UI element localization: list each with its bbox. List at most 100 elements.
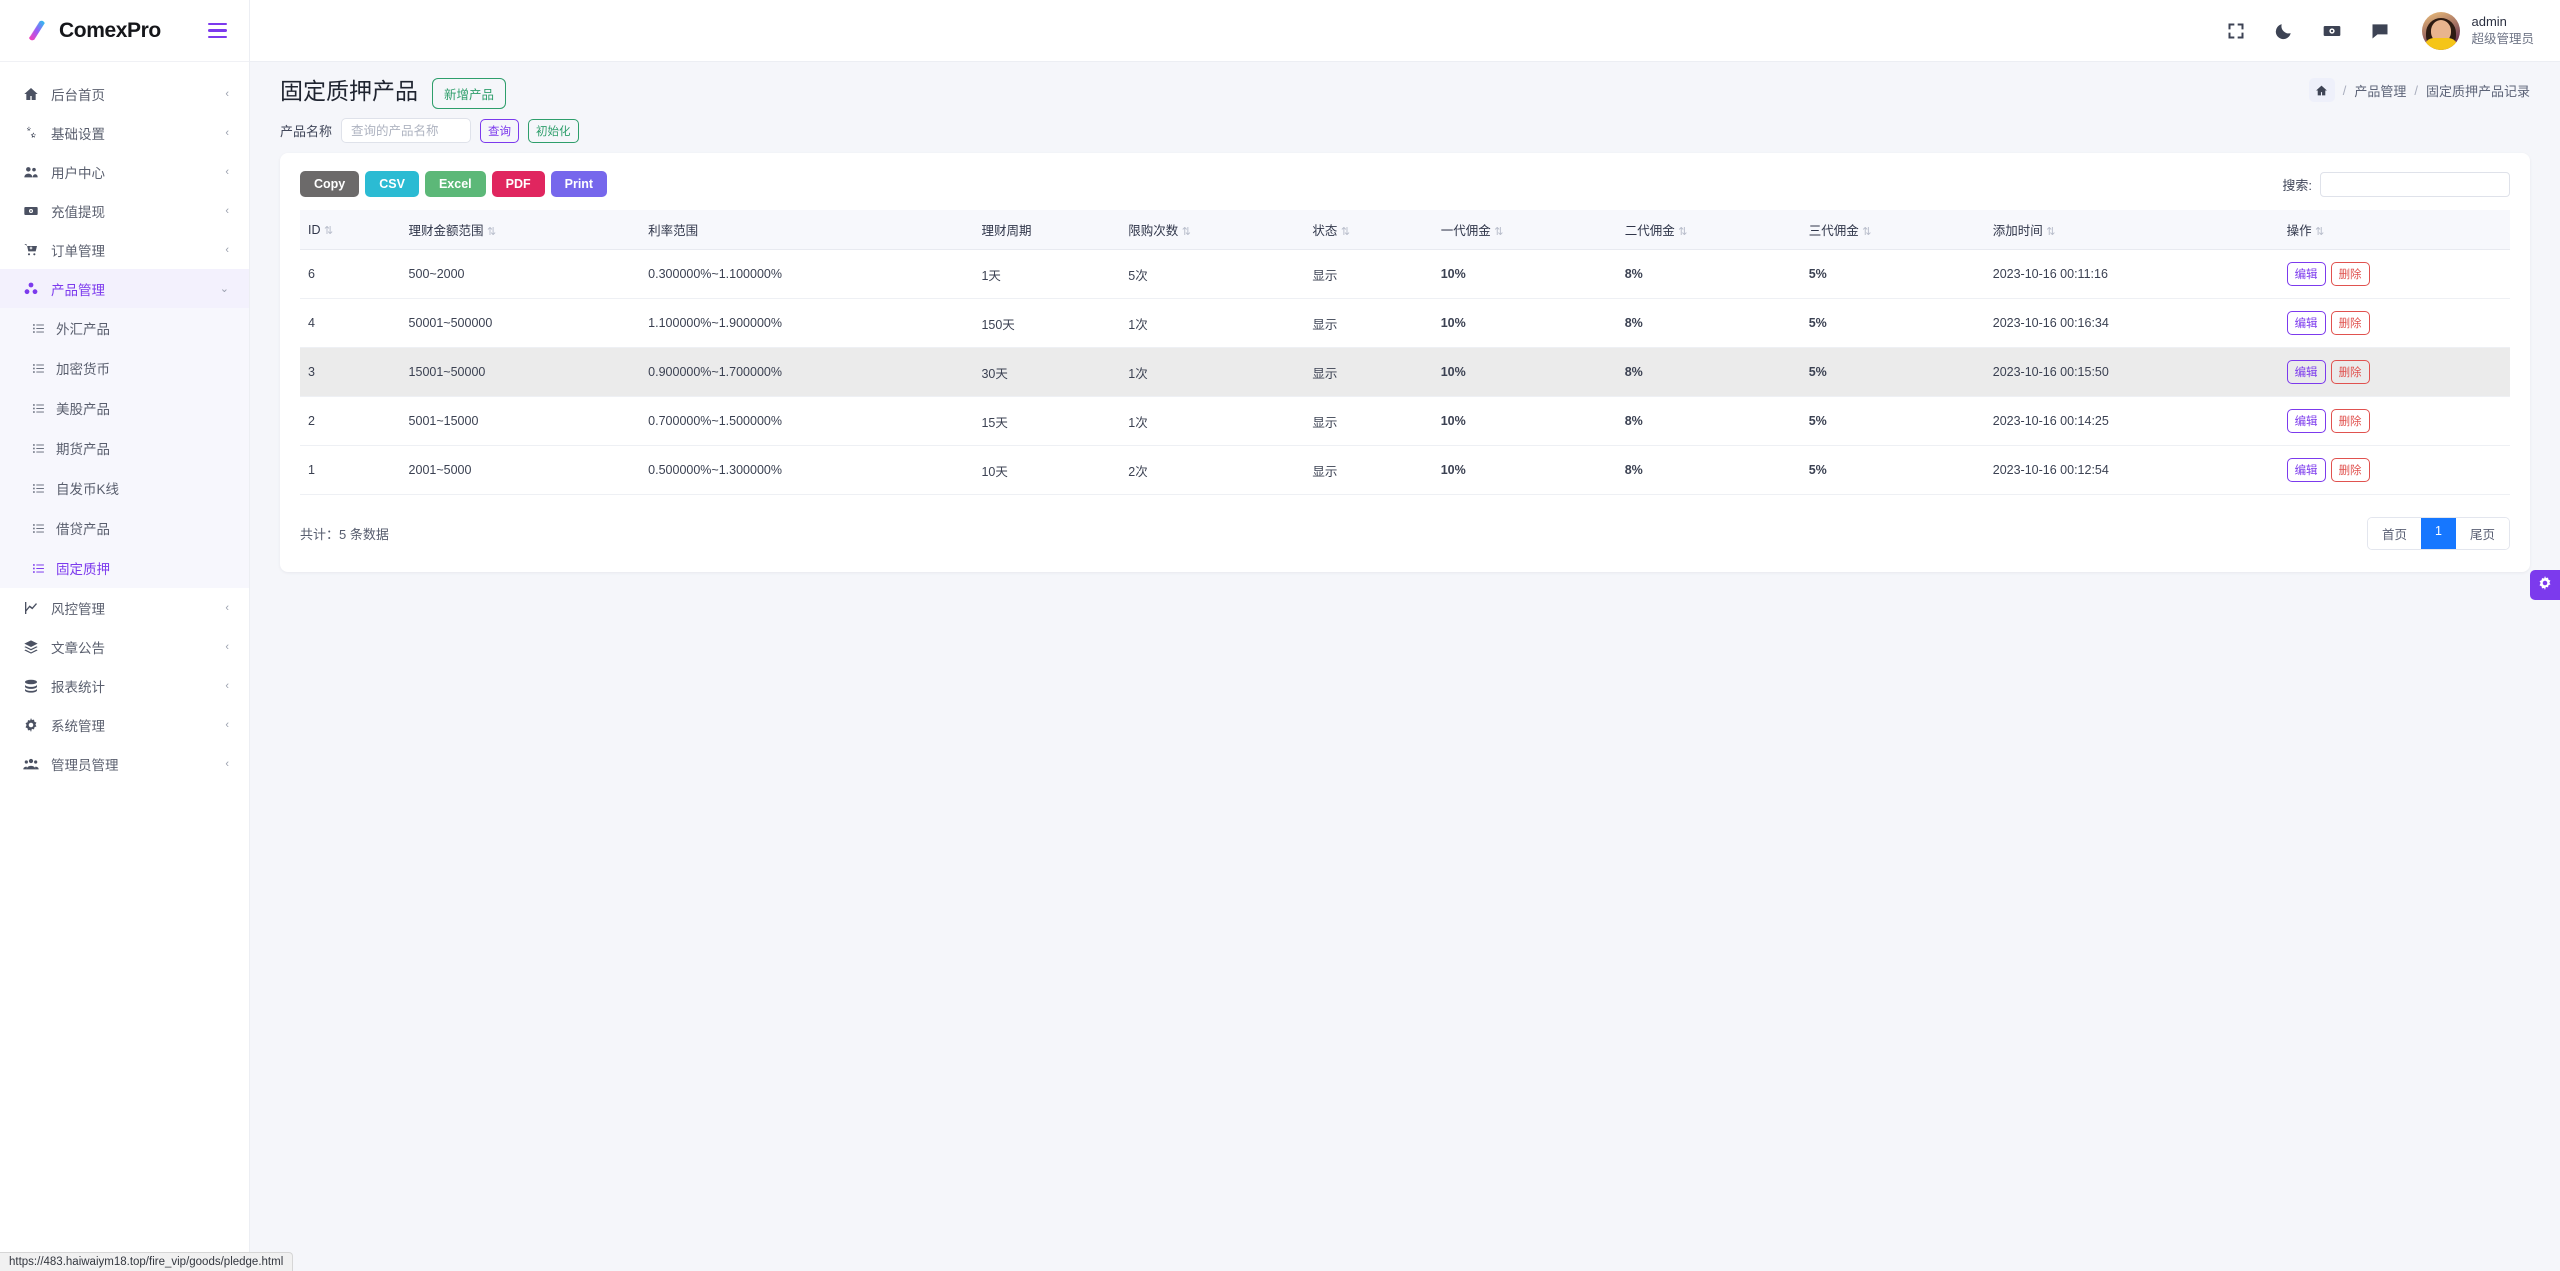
delete-button[interactable]: 删除 <box>2330 409 2370 433</box>
comment-icon[interactable] <box>2370 21 2390 41</box>
status-badge[interactable]: 显示 <box>1304 445 1433 495</box>
filter-bar: 产品名称 查询 初始化 <box>250 118 2560 153</box>
delete-button[interactable]: 删除 <box>2330 311 2370 335</box>
chevron-left-icon: ‹ <box>225 601 229 614</box>
edit-button[interactable]: 编辑 <box>2286 458 2326 482</box>
page-header: 固定质押产品 新增产品 / 产品管理 / 固定质押产品记录 <box>250 62 2560 118</box>
cell-limit: 5次 <box>1120 249 1305 299</box>
sidebar-item-articles-announcements[interactable]: 文章公告 ‹ <box>0 627 249 666</box>
col-actions[interactable]: 操作 ⇅ <box>2278 210 2510 250</box>
sidebar-item-system-management[interactable]: 系统管理 ‹ <box>0 705 249 744</box>
sidebar-item-product-management[interactable]: 产品管理 ⌄ <box>0 269 249 308</box>
excel-button[interactable]: Excel <box>424 171 486 197</box>
breadcrumb-separator: / <box>2342 82 2347 98</box>
user-role: 超级管理员 <box>2471 31 2534 46</box>
copy-button[interactable]: Copy <box>300 171 360 197</box>
fullscreen-icon[interactable] <box>2226 21 2246 41</box>
sidebar-item-us-stock-product[interactable]: 美股产品 <box>0 388 249 428</box>
home-icon[interactable] <box>2308 78 2335 102</box>
chart-line-icon <box>22 599 40 617</box>
reset-button[interactable]: 初始化 <box>528 118 579 143</box>
gears-icon <box>22 124 40 142</box>
add-product-button[interactable]: 新增产品 <box>432 77 507 109</box>
layers-icon <box>22 638 40 656</box>
status-badge[interactable]: 显示 <box>1304 396 1433 446</box>
breadcrumb-parent[interactable]: 产品管理 <box>2354 81 2406 100</box>
col-label: 状态 <box>1312 224 1338 238</box>
sidebar-item-crypto-currency[interactable]: 加密货币 <box>0 348 249 388</box>
col-period[interactable]: 理财周期 <box>973 210 1121 250</box>
csv-button[interactable]: CSV <box>365 171 419 197</box>
col-created[interactable]: 添加时间 ⇅ <box>1984 210 2279 250</box>
sidebar-item-recharge-withdraw[interactable]: 充值提现 ‹ <box>0 191 249 230</box>
sidebar-item-user-center[interactable]: 用户中心 ‹ <box>0 152 249 191</box>
search-label: 搜索: <box>2282 177 2312 193</box>
cell-id: 2 <box>300 396 401 446</box>
settings-fab-button[interactable] <box>2530 570 2560 600</box>
col-status[interactable]: 状态 ⇅ <box>1304 210 1433 250</box>
col-label: 操作 <box>2286 224 2312 238</box>
table-row[interactable]: 6 500~2000 0.300000%~1.100000% 1天 5次 显示 … <box>300 249 2510 299</box>
sidebar-item-basic-settings[interactable]: 基础设置 ‹ <box>0 113 249 152</box>
table-row[interactable]: 4 50001~500000 1.100000%~1.900000% 150天 … <box>300 298 2510 348</box>
delete-button[interactable]: 删除 <box>2330 360 2370 384</box>
sidebar-item-risk-management[interactable]: 风控管理 ‹ <box>0 588 249 627</box>
col-rate-range[interactable]: 利率范围 <box>640 210 974 250</box>
sidebar-item-futures-product[interactable]: 期货产品 <box>0 428 249 468</box>
sidebar-item-fixed-pledge[interactable]: 固定质押 <box>0 548 249 588</box>
cubes-icon <box>22 280 40 298</box>
product-name-input[interactable] <box>341 118 472 143</box>
delete-button[interactable]: 删除 <box>2330 262 2370 286</box>
sidebar-item-admin-management[interactable]: 管理员管理 ‹ <box>0 744 249 783</box>
table-row[interactable]: 3 15001~50000 0.900000%~1.700000% 30天 1次… <box>300 347 2510 397</box>
col-commission-3[interactable]: 三代佣金 ⇅ <box>1800 210 1985 250</box>
print-button[interactable]: Print <box>550 171 608 197</box>
col-limit[interactable]: 限购次数 ⇅ <box>1120 210 1305 250</box>
gear-icon <box>2537 575 2553 596</box>
edit-button[interactable]: 编辑 <box>2286 262 2326 286</box>
status-badge[interactable]: 显示 <box>1304 249 1433 299</box>
cell-limit: 2次 <box>1120 445 1305 495</box>
query-button[interactable]: 查询 <box>480 118 520 143</box>
sort-icon: ⇅ <box>2315 226 2324 238</box>
chevron-left-icon: ‹ <box>225 679 229 692</box>
user-menu[interactable]: admin 超级管理员 <box>2422 11 2534 50</box>
moon-icon[interactable] <box>2274 21 2294 41</box>
sidebar-toggle-icon[interactable] <box>208 22 227 39</box>
table-row[interactable]: 1 2001~5000 0.500000%~1.300000% 10天 2次 显… <box>300 445 2510 495</box>
pdf-button[interactable]: PDF <box>491 171 545 197</box>
sidebar-item-report-statistics[interactable]: 报表统计 ‹ <box>0 666 249 705</box>
table-row[interactable]: 2 5001~15000 0.700000%~1.500000% 15天 1次 … <box>300 396 2510 446</box>
col-commission-2[interactable]: 二代佣金 ⇅ <box>1616 210 1801 250</box>
money-bill-icon[interactable] <box>2322 21 2342 41</box>
app-root: ComexPro 后台首页 ‹ 基础设置 ‹ 用户中心 ‹ 充值提现 ‹ 订单管… <box>0 0 2560 1271</box>
chevron-left-icon: ‹ <box>225 640 229 653</box>
cell-commission-3: 5% <box>1800 347 1985 397</box>
edit-button[interactable]: 编辑 <box>2286 360 2326 384</box>
col-commission-1[interactable]: 一代佣金 ⇅ <box>1432 210 1617 250</box>
pagination: 首页 1 尾页 <box>2367 517 2510 550</box>
sort-icon: ⇅ <box>487 226 496 238</box>
delete-button[interactable]: 删除 <box>2330 458 2370 482</box>
col-amount-range[interactable]: 理财金额范围 ⇅ <box>400 210 641 250</box>
edit-button[interactable]: 编辑 <box>2286 311 2326 335</box>
sidebar-label: 基础设置 <box>51 126 105 142</box>
col-id[interactable]: ID ⇅ <box>300 210 401 250</box>
edit-button[interactable]: 编辑 <box>2286 409 2326 433</box>
money-icon <box>22 202 40 220</box>
page-number-1[interactable]: 1 <box>2421 518 2456 549</box>
sidebar-item-order-management[interactable]: 订单管理 ‹ <box>0 230 249 269</box>
status-badge[interactable]: 显示 <box>1304 298 1433 348</box>
page-last-button[interactable]: 尾页 <box>2455 518 2509 549</box>
breadcrumb: / 产品管理 / 固定质押产品记录 <box>2308 78 2530 102</box>
sidebar-item-forex-product[interactable]: 外汇产品 <box>0 308 249 348</box>
chevron-left-icon: ‹ <box>225 204 229 217</box>
sidebar-label: 加密货币 <box>56 362 110 377</box>
status-badge[interactable]: 显示 <box>1304 347 1433 397</box>
page-first-button[interactable]: 首页 <box>2368 518 2422 549</box>
sidebar-item-self-issued-kline[interactable]: 自发币K线 <box>0 468 249 508</box>
sidebar-item-dashboard[interactable]: 后台首页 ‹ <box>0 74 249 113</box>
sidebar-item-loan-product[interactable]: 借贷产品 <box>0 508 249 548</box>
search-input[interactable] <box>2320 171 2510 197</box>
sidebar-label: 报表统计 <box>51 679 105 695</box>
